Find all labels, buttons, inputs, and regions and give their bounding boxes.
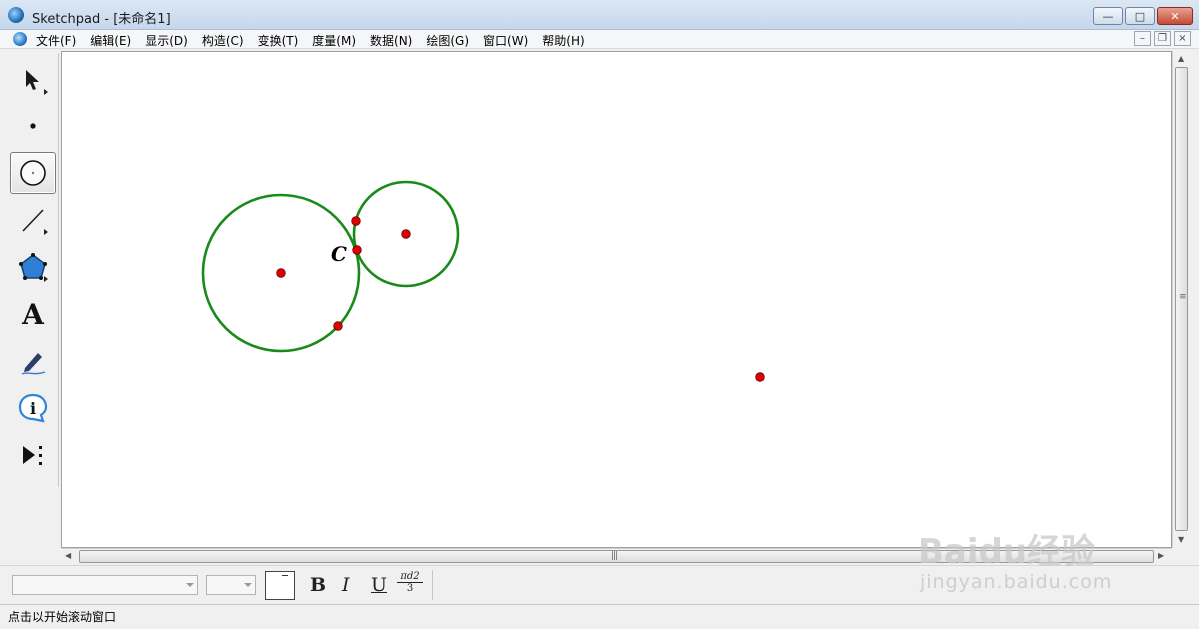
doc-restore-button[interactable]: ❐ <box>1154 31 1171 46</box>
horizontal-scrollbar[interactable]: ◀ ||| ▶ <box>61 548 1172 563</box>
menu-display[interactable]: 显示(D) <box>145 32 188 49</box>
right-circle-top-point <box>351 216 361 226</box>
polygon-tool[interactable] <box>10 246 56 288</box>
underline-button[interactable]: U <box>371 574 387 596</box>
title-bar[interactable]: Sketchpad - [未命名1] — □ ✕ <box>0 0 1199 30</box>
menu-window[interactable]: 窗口(W) <box>483 32 528 49</box>
doc-minimize-icon: – <box>1140 33 1145 44</box>
font-size-dropdown-icon <box>244 583 252 587</box>
point-icon <box>30 123 36 129</box>
color-dropdown-icon <box>282 575 288 576</box>
doc-restore-icon: ❐ <box>1158 33 1167 44</box>
geometry-drawing <box>201 180 765 382</box>
menu-construct[interactable]: 构造(C) <box>202 32 244 49</box>
letter-a-icon: A <box>22 297 44 331</box>
menu-transform[interactable]: 变换(T) <box>258 32 299 49</box>
doc-close-button[interactable]: × <box>1174 31 1191 46</box>
menu-items: 文件(F) 编辑(E) 显示(D) 构造(C) 变换(T) 度量(M) 数据(N… <box>36 32 599 49</box>
scroll-up-icon[interactable]: ▲ <box>1178 54 1184 63</box>
menu-measure[interactable]: 度量(M) <box>312 32 356 49</box>
italic-button[interactable]: I <box>342 574 350 596</box>
circle-icon <box>20 160 46 186</box>
play-menu-icon <box>23 446 42 465</box>
information-tool[interactable]: i <box>10 387 56 429</box>
arrow-select-tool[interactable] <box>10 59 56 101</box>
status-text: 点击以开始滚动窗口 <box>8 610 117 624</box>
window-controls: — □ ✕ <box>1093 7 1193 25</box>
menu-graph[interactable]: 绘图(G) <box>426 32 469 49</box>
vertical-scrollbar[interactable]: ▲ ≡ ▼ <box>1172 51 1189 548</box>
info-glyph: i <box>30 399 36 418</box>
minimize-button[interactable]: — <box>1093 7 1123 25</box>
text-tool[interactable]: A <box>10 293 56 335</box>
window-title: Sketchpad - [未命名1] <box>32 12 171 27</box>
scroll-down-icon[interactable]: ▼ <box>1178 535 1184 544</box>
math-format-button[interactable]: πd2 3 <box>397 571 423 594</box>
right-circle-center-point <box>401 229 411 239</box>
left-circle-radius-point <box>333 321 343 331</box>
formula-numerator: πd2 <box>397 571 423 583</box>
info-icon: i <box>18 393 48 423</box>
scroll-corner <box>1172 548 1189 563</box>
sketchpad-window: Sketchpad - [未命名1] — □ ✕ 文件(F) 编辑(E) 显示(… <box>0 0 1199 629</box>
straightedge-tool[interactable] <box>10 199 56 241</box>
scroll-left-icon[interactable]: ◀ <box>65 551 71 560</box>
marker-tool[interactable] <box>10 340 56 382</box>
doc-minimize-button[interactable]: – <box>1134 31 1151 46</box>
close-button[interactable]: ✕ <box>1157 7 1193 25</box>
maximize-icon: □ <box>1134 9 1146 23</box>
vertical-grip-icon: ≡ <box>1179 292 1186 302</box>
menu-edit[interactable]: 编辑(E) <box>90 32 131 49</box>
font-family-dropdown-icon <box>186 583 194 587</box>
menu-data[interactable]: 数据(N) <box>370 32 412 49</box>
polygon-submenu-icon <box>44 276 48 282</box>
doc-close-icon: × <box>1178 33 1187 44</box>
text-color-button[interactable] <box>265 571 295 600</box>
scroll-right-icon[interactable]: ▶ <box>1158 551 1164 560</box>
point-c <box>352 245 362 255</box>
compass-tool[interactable] <box>10 152 56 194</box>
menu-bar: 文件(F) 编辑(E) 显示(D) 构造(C) 变换(T) 度量(M) 数据(N… <box>0 30 1199 49</box>
free-point <box>755 372 765 382</box>
bold-button[interactable]: B <box>310 574 326 596</box>
text-format-toolbar: B I U πd2 3 <box>0 565 1199 603</box>
sketch-canvas[interactable]: C <box>61 51 1172 548</box>
document-controls: – ❐ × <box>1134 31 1191 46</box>
arrow-submenu-icon <box>44 89 48 95</box>
font-size-select[interactable] <box>206 575 256 595</box>
toolbar-separator <box>432 570 433 600</box>
menu-help[interactable]: 帮助(H) <box>542 32 584 49</box>
vertical-scroll-thumb[interactable]: ≡ <box>1175 67 1188 531</box>
maximize-button[interactable]: □ <box>1125 7 1155 25</box>
horizontal-grip-icon: ||| <box>611 551 618 561</box>
point-c-label[interactable]: C <box>331 242 347 266</box>
line-submenu-icon <box>44 229 48 235</box>
font-family-select[interactable] <box>12 575 198 595</box>
toolbox: A i <box>5 53 59 487</box>
arrow-icon <box>26 70 39 90</box>
close-icon: ✕ <box>1170 9 1180 23</box>
pen-icon <box>21 353 46 375</box>
status-bar: 点击以开始滚动窗口 <box>0 604 1199 629</box>
point-tool[interactable] <box>10 105 56 147</box>
minimize-icon: — <box>1102 9 1114 23</box>
custom-tool[interactable] <box>10 434 56 476</box>
document-menu-icon[interactable] <box>13 32 27 46</box>
formula-denominator: 3 <box>406 583 414 594</box>
left-circle-center-point <box>276 268 286 278</box>
menu-file[interactable]: 文件(F) <box>36 32 76 49</box>
horizontal-scroll-thumb[interactable]: ||| <box>79 550 1154 563</box>
sketchpad-app-icon[interactable] <box>8 7 24 23</box>
